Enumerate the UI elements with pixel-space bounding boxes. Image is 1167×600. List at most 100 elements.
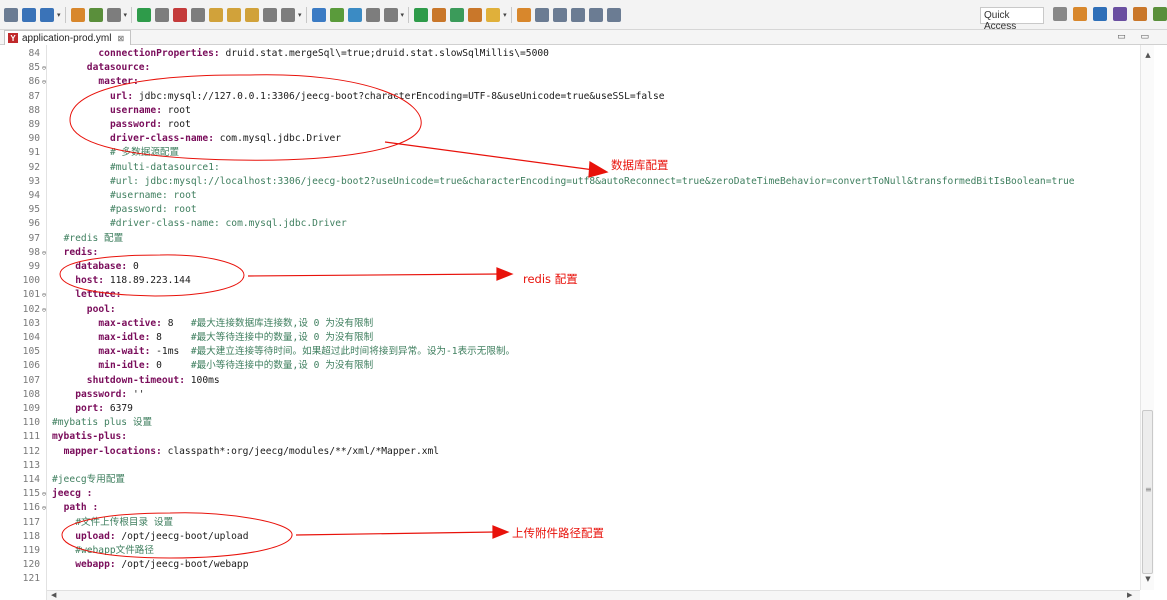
code-line[interactable]: 107 shutdown-timeout: 100ms: [0, 374, 1140, 388]
dropdown-caret-icon[interactable]: ▾: [298, 11, 302, 19]
code-text: #redis 配置: [64, 232, 124, 246]
code-line[interactable]: 92 #multi-datasource1:: [0, 161, 1140, 175]
forward-icon[interactable]: [606, 7, 621, 22]
code-line[interactable]: 119 #webapp文件路径: [0, 544, 1140, 558]
resume-icon[interactable]: [137, 7, 152, 22]
horizontal-scrollbar[interactable]: ◀ ▶: [47, 590, 1140, 600]
code-line[interactable]: 104 max-idle: 8 #最大等待连接中的数量,设 0 为没有限制: [0, 331, 1140, 345]
scrollbar-thumb[interactable]: ≡: [1142, 410, 1153, 574]
line-number: 115: [22, 488, 40, 500]
search-icon[interactable]: [516, 7, 531, 22]
code-line[interactable]: 90 driver-class-name: com.mysql.jdbc.Driv…: [0, 132, 1140, 146]
quick-access-input[interactable]: Quick Access: [980, 7, 1044, 32]
open-perspective-icon[interactable]: [347, 7, 362, 22]
scroll-down-arrow-icon[interactable]: ▼: [1141, 575, 1155, 583]
fold-toggle-icon[interactable]: ⊖: [40, 61, 48, 75]
code-line[interactable]: 94 #username: root: [0, 189, 1140, 203]
code-line[interactable]: 115 ⊖ jeecg :: [0, 487, 1140, 501]
java-ee-perspective-icon[interactable]: [1073, 7, 1087, 21]
code-line[interactable]: 111 mybatis-plus:: [0, 430, 1140, 444]
code-line[interactable]: 116 ⊖ path :: [0, 501, 1140, 515]
tab-application-prod-yml[interactable]: Y application-prod.yml ⊠: [4, 30, 132, 45]
java-perspective-icon[interactable]: [1113, 7, 1127, 21]
yaml-key: webapp:: [75, 559, 116, 571]
code-line[interactable]: 88 username: root: [0, 104, 1140, 118]
yaml-comment: #最大建立连接等待时间。如果超过此时间将接到异常。设为-1表示无限制。: [190, 346, 516, 358]
terminate-icon[interactable]: [173, 7, 188, 22]
dropdown-caret-icon[interactable]: ▾: [124, 11, 128, 19]
back-icon[interactable]: [588, 7, 603, 22]
next-annotation-icon[interactable]: [552, 7, 567, 22]
code-line[interactable]: 85 ⊖ datasource:: [0, 61, 1140, 75]
code-line[interactable]: 109 port: 6379: [0, 402, 1140, 416]
code-line[interactable]: 121: [0, 572, 1140, 586]
code-line[interactable]: 86 ⊖ master:: [0, 75, 1140, 89]
disconnect-icon[interactable]: [191, 7, 206, 22]
scroll-up-arrow-icon[interactable]: ▲: [1141, 51, 1155, 59]
code-line[interactable]: 98 ⊖ redis:: [0, 246, 1140, 260]
code-line[interactable]: 110 #mybatis plus 设置: [0, 416, 1140, 430]
fold-toggle-icon[interactable]: ⊖: [40, 75, 48, 89]
code-line[interactable]: 120 webapp: /opt/jeecg-boot/webapp: [0, 558, 1140, 572]
code-line[interactable]: 96 #driver-class-name: com.mysql.jdbc.Dri…: [0, 217, 1140, 231]
drop-to-frame-icon[interactable]: [263, 7, 278, 22]
open-folder-icon[interactable]: [486, 7, 501, 22]
code-line[interactable]: 87 url: jdbc:mysql://127.0.0.1:3306/jeecg…: [0, 90, 1140, 104]
code-line[interactable]: 102 ⊖ pool:: [0, 303, 1140, 317]
code-line[interactable]: 106 min-idle: 0 #最小等待连接中的数量,设 0 为没有限制: [0, 359, 1140, 373]
fold-toggle-icon[interactable]: ⊖: [40, 501, 48, 515]
fold-toggle-icon[interactable]: ⊖: [40, 487, 48, 501]
code-line[interactable]: 91 # 多数据源配置: [0, 146, 1140, 160]
skip-breakpoints-icon[interactable]: [88, 7, 103, 22]
code-line[interactable]: 89 password: root: [0, 118, 1140, 132]
yaml-key: jeecg :: [52, 488, 93, 500]
dropdown-caret-icon[interactable]: ▾: [503, 11, 507, 19]
debug-icon[interactable]: [70, 7, 85, 22]
suspend-icon[interactable]: [155, 7, 170, 22]
minimize-maximize-icons[interactable]: ▭ ▭: [1117, 32, 1155, 42]
code-line[interactable]: 114 #jeecg专用配置: [0, 473, 1140, 487]
code-line[interactable]: 95 #password: root: [0, 203, 1140, 217]
use-step-filters-icon[interactable]: [281, 7, 296, 22]
code-line[interactable]: 103 max-active: 8 #最大连接数据库连接数,设 0 为没有限制: [0, 317, 1140, 331]
vertical-scrollbar[interactable]: ▲ ≡ ▼: [1140, 45, 1154, 590]
show-whitespace-icon[interactable]: [365, 7, 380, 22]
scroll-right-arrow-icon[interactable]: ▶: [1127, 591, 1132, 599]
new-package-icon[interactable]: [468, 7, 483, 22]
block-selection-icon[interactable]: [383, 7, 398, 22]
step-into-icon[interactable]: [209, 7, 224, 22]
fold-toggle-icon[interactable]: ⊖: [40, 303, 48, 317]
save-all-icon[interactable]: [40, 7, 54, 22]
fold-toggle-icon[interactable]: ⊖: [40, 288, 48, 302]
code-line[interactable]: 108 password: '': [0, 388, 1140, 402]
prev-annotation-icon[interactable]: [570, 7, 585, 22]
new-file-icon[interactable]: [4, 7, 18, 22]
code-line[interactable]: 101 ⊖ lettuce:: [0, 288, 1140, 302]
debug-perspective-icon[interactable]: [1093, 7, 1107, 21]
run-icon[interactable]: [414, 7, 429, 22]
git-perspective-icon[interactable]: [1133, 7, 1147, 21]
open-perspective-icon[interactable]: [1053, 7, 1067, 21]
scroll-left-arrow-icon[interactable]: ◀: [51, 591, 56, 599]
save-icon[interactable]: [22, 7, 36, 22]
annotation-icon[interactable]: [534, 7, 549, 22]
team-perspective-icon[interactable]: [1153, 7, 1167, 21]
code-line[interactable]: 84 connectionProperties: druid.stat.merge…: [0, 47, 1140, 61]
fold-toggle-icon[interactable]: ⊖: [40, 246, 48, 260]
code-editor[interactable]: 84 connectionProperties: druid.stat.merge…: [0, 45, 1167, 600]
debug-run-icon[interactable]: [432, 7, 447, 22]
open-task-icon[interactable]: [329, 7, 344, 22]
step-over-icon[interactable]: [227, 7, 242, 22]
code-line[interactable]: 105 max-wait: -1ms #最大建立连接等待时间。如果超过此时间将接到…: [0, 345, 1140, 359]
step-return-icon[interactable]: [245, 7, 260, 22]
code-line[interactable]: 93 #url: jdbc:mysql://localhost:3306/jeec…: [0, 175, 1140, 189]
code-line[interactable]: 113: [0, 459, 1140, 473]
open-type-icon[interactable]: [311, 7, 326, 22]
new-java-class-icon[interactable]: [450, 7, 465, 22]
dropdown-caret-icon[interactable]: ▾: [401, 11, 405, 19]
toggle-comment-icon[interactable]: [106, 7, 121, 22]
code-line[interactable]: 112 mapper-locations: classpath*:org/jeec…: [0, 445, 1140, 459]
close-icon[interactable]: ⊠: [118, 34, 125, 43]
code-line[interactable]: 97 #redis 配置: [0, 232, 1140, 246]
dropdown-caret-icon[interactable]: ▾: [57, 11, 61, 19]
